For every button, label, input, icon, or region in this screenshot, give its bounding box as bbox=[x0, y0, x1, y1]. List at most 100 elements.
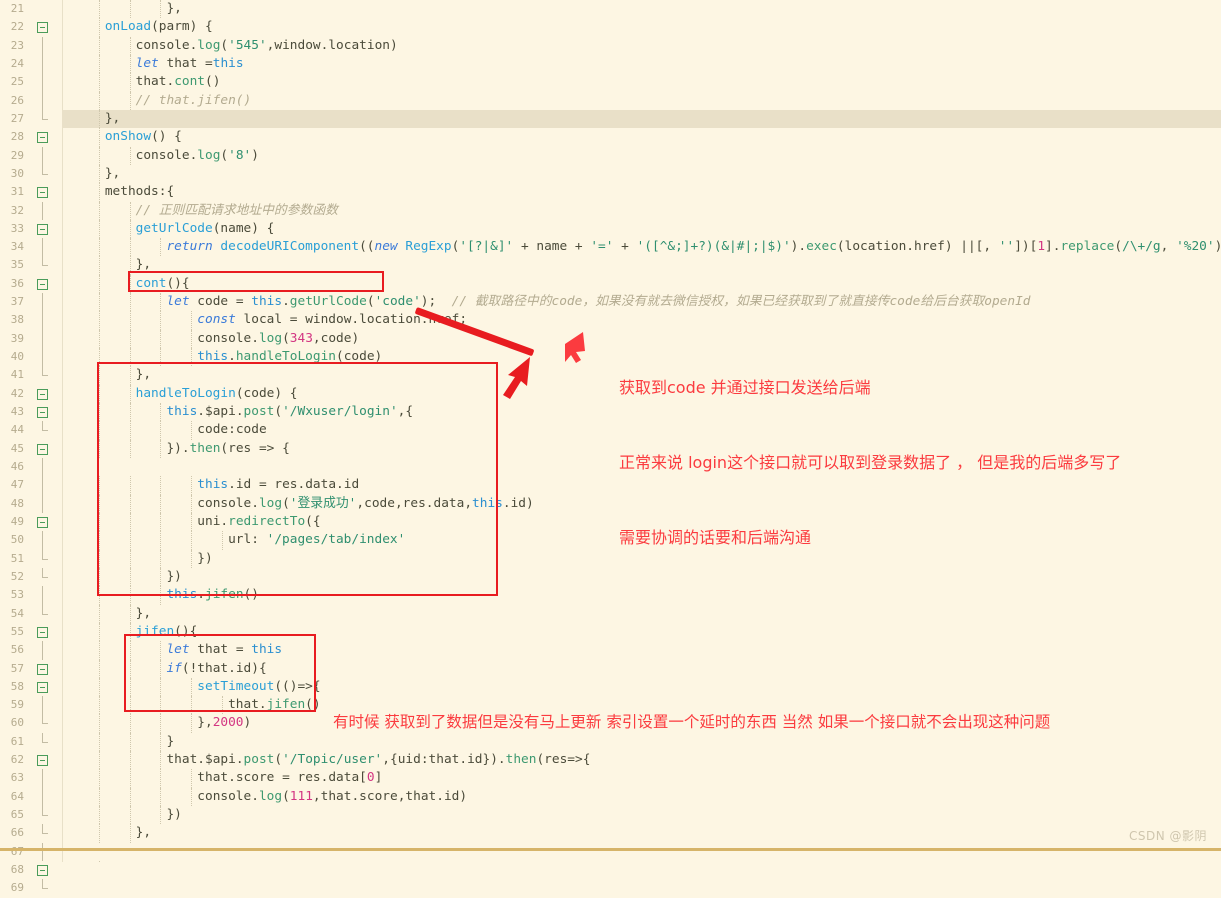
gutter-line[interactable]: 38 bbox=[0, 311, 62, 330]
gutter-line[interactable]: 37 bbox=[0, 293, 62, 312]
gutter-line[interactable]: 44 bbox=[0, 421, 62, 439]
gutter-line[interactable]: 43 bbox=[0, 403, 62, 421]
indent-guide bbox=[98, 641, 100, 660]
fold-toggle-icon[interactable] bbox=[37, 755, 48, 767]
gutter-line[interactable]: 62 bbox=[0, 751, 62, 769]
indent-guide bbox=[129, 73, 131, 92]
gutter-line[interactable]: 33 bbox=[0, 220, 62, 238]
code-line[interactable] bbox=[62, 843, 1221, 861]
code-line[interactable]: console.log('545',window.location) bbox=[62, 36, 1221, 55]
code-line[interactable]: return decodeURIComponent((new RegExp('[… bbox=[62, 238, 1221, 257]
code-line[interactable]: }, bbox=[62, 164, 1221, 184]
gutter-line[interactable]: 23 bbox=[0, 36, 62, 55]
gutter-line[interactable]: 56 bbox=[0, 641, 62, 660]
fold-toggle-icon[interactable] bbox=[37, 278, 48, 290]
code-line[interactable]: // 正则匹配请求地址中的参数函数 bbox=[62, 201, 1221, 220]
code-line[interactable]: }, bbox=[62, 604, 1221, 623]
line-number: 23 bbox=[10, 38, 24, 52]
gutter-line[interactable]: 58 bbox=[0, 678, 62, 696]
code-line[interactable]: console.log(111,that.score,that.id) bbox=[62, 787, 1221, 807]
code-line[interactable]: let that = this bbox=[62, 641, 1221, 660]
indent-guide bbox=[160, 696, 162, 715]
code-line[interactable]: }, bbox=[62, 0, 1221, 19]
line-number: 32 bbox=[10, 203, 24, 217]
fold-toggle-icon[interactable] bbox=[37, 132, 48, 144]
gutter-line[interactable]: 50 bbox=[0, 531, 62, 550]
line-number-gutter[interactable]: 21 22 23 24 25 26 27 28 29 30 31 32 33 34 35 36 37 38 39 40… bbox=[0, 0, 63, 894]
gutter-line[interactable]: 66 bbox=[0, 824, 62, 842]
gutter-line[interactable]: 55 bbox=[0, 623, 62, 641]
code-line[interactable]: methods:{ bbox=[62, 183, 1221, 202]
code-line[interactable]: onShow() { bbox=[62, 128, 1221, 147]
line-number: 46 bbox=[10, 460, 24, 473]
gutter-line[interactable]: 54 bbox=[0, 604, 62, 623]
gutter-line[interactable]: 49 bbox=[0, 513, 62, 531]
code-line[interactable]: // that.jifen() bbox=[62, 91, 1221, 110]
gutter-line[interactable]: 30 bbox=[0, 164, 62, 183]
gutter-line[interactable]: 52 bbox=[0, 567, 62, 586]
gutter-line[interactable]: 41 bbox=[0, 366, 62, 384]
code-line[interactable]: }, bbox=[62, 109, 1221, 129]
fold-toggle-icon[interactable] bbox=[37, 407, 48, 419]
code-line[interactable]: that.cont() bbox=[62, 73, 1221, 92]
gutter-line[interactable]: 61 bbox=[0, 732, 62, 751]
fold-region-end bbox=[42, 732, 48, 743]
gutter-line[interactable]: 65 bbox=[0, 806, 62, 824]
fold-toggle-icon[interactable] bbox=[37, 626, 48, 638]
fold-toggle-icon[interactable] bbox=[37, 388, 48, 400]
code-line[interactable]: getUrlCode(name) { bbox=[62, 219, 1221, 239]
gutter-line[interactable]: 53 bbox=[0, 586, 62, 605]
fold-toggle-icon[interactable] bbox=[37, 663, 48, 675]
code-text: if(!that.id){ bbox=[166, 660, 267, 676]
gutter-line[interactable]: 47 bbox=[0, 476, 62, 495]
code-line[interactable]: cont(){ bbox=[62, 274, 1221, 294]
gutter-line[interactable]: 32 bbox=[0, 201, 62, 220]
gutter-line[interactable]: 28 bbox=[0, 128, 62, 146]
gutter-line[interactable]: 27 bbox=[0, 109, 62, 128]
gutter-line[interactable]: 21 bbox=[0, 0, 62, 18]
fold-toggle-icon[interactable] bbox=[37, 443, 48, 455]
gutter-line[interactable]: 24 bbox=[0, 54, 62, 74]
code-line[interactable]: let that =this bbox=[62, 54, 1221, 74]
code-line[interactable]: }, bbox=[62, 824, 1221, 843]
code-line[interactable]: jifen(){ bbox=[62, 622, 1221, 642]
gutter-line[interactable]: 29 bbox=[0, 146, 62, 165]
gutter-line[interactable]: 36 bbox=[0, 275, 62, 293]
gutter-line[interactable]: 46 bbox=[0, 458, 62, 477]
gutter-line[interactable]: 64 bbox=[0, 787, 62, 807]
gutter-line[interactable]: 26 bbox=[0, 91, 62, 110]
code-line[interactable]: let code = this.getUrlCode('code'); // 截… bbox=[62, 293, 1221, 312]
code-line[interactable]: onLoad(parm) { bbox=[62, 18, 1221, 37]
code-line[interactable]: }) bbox=[62, 806, 1221, 825]
code-editor[interactable]: 21 22 23 24 25 26 27 28 29 30 31 32 33 34 35 36 37 38 39 40… bbox=[0, 0, 1221, 894]
gutter-line[interactable]: 60 bbox=[0, 714, 62, 732]
gutter-line[interactable]: 45 bbox=[0, 440, 62, 458]
gutter-line[interactable]: 63 bbox=[0, 769, 62, 788]
gutter-line[interactable]: 22 bbox=[0, 18, 62, 36]
gutter-line[interactable]: 69 bbox=[0, 879, 62, 897]
gutter-line[interactable]: 67 bbox=[0, 842, 62, 862]
gutter-line[interactable]: 42 bbox=[0, 385, 62, 403]
fold-toggle-icon[interactable] bbox=[37, 516, 48, 528]
indent-guide bbox=[98, 732, 100, 752]
gutter-line[interactable]: 57 bbox=[0, 660, 62, 678]
fold-toggle-icon[interactable] bbox=[37, 681, 48, 693]
fold-toggle-icon[interactable] bbox=[37, 865, 48, 877]
gutter-line[interactable]: 34 bbox=[0, 238, 62, 257]
code-line[interactable]: console.log('8') bbox=[62, 146, 1221, 165]
fold-toggle-icon[interactable] bbox=[37, 187, 48, 199]
fold-region-line bbox=[42, 348, 43, 367]
gutter-line[interactable]: 40 bbox=[0, 348, 62, 367]
fold-toggle-icon[interactable] bbox=[37, 22, 48, 34]
gutter-line[interactable]: 51 bbox=[0, 549, 62, 568]
code-line[interactable]: }, bbox=[62, 256, 1221, 275]
gutter-line[interactable]: 25 bbox=[0, 73, 62, 92]
gutter-line[interactable]: 35 bbox=[0, 256, 62, 274]
gutter-line[interactable]: 59 bbox=[0, 696, 62, 715]
gutter-line[interactable]: 31 bbox=[0, 183, 62, 201]
gutter-line[interactable]: 48 bbox=[0, 494, 62, 513]
gutter-line[interactable]: 39 bbox=[0, 329, 62, 349]
indent-guide bbox=[98, 714, 100, 733]
gutter-line[interactable]: 68 bbox=[0, 861, 62, 879]
fold-toggle-icon[interactable] bbox=[37, 223, 48, 235]
